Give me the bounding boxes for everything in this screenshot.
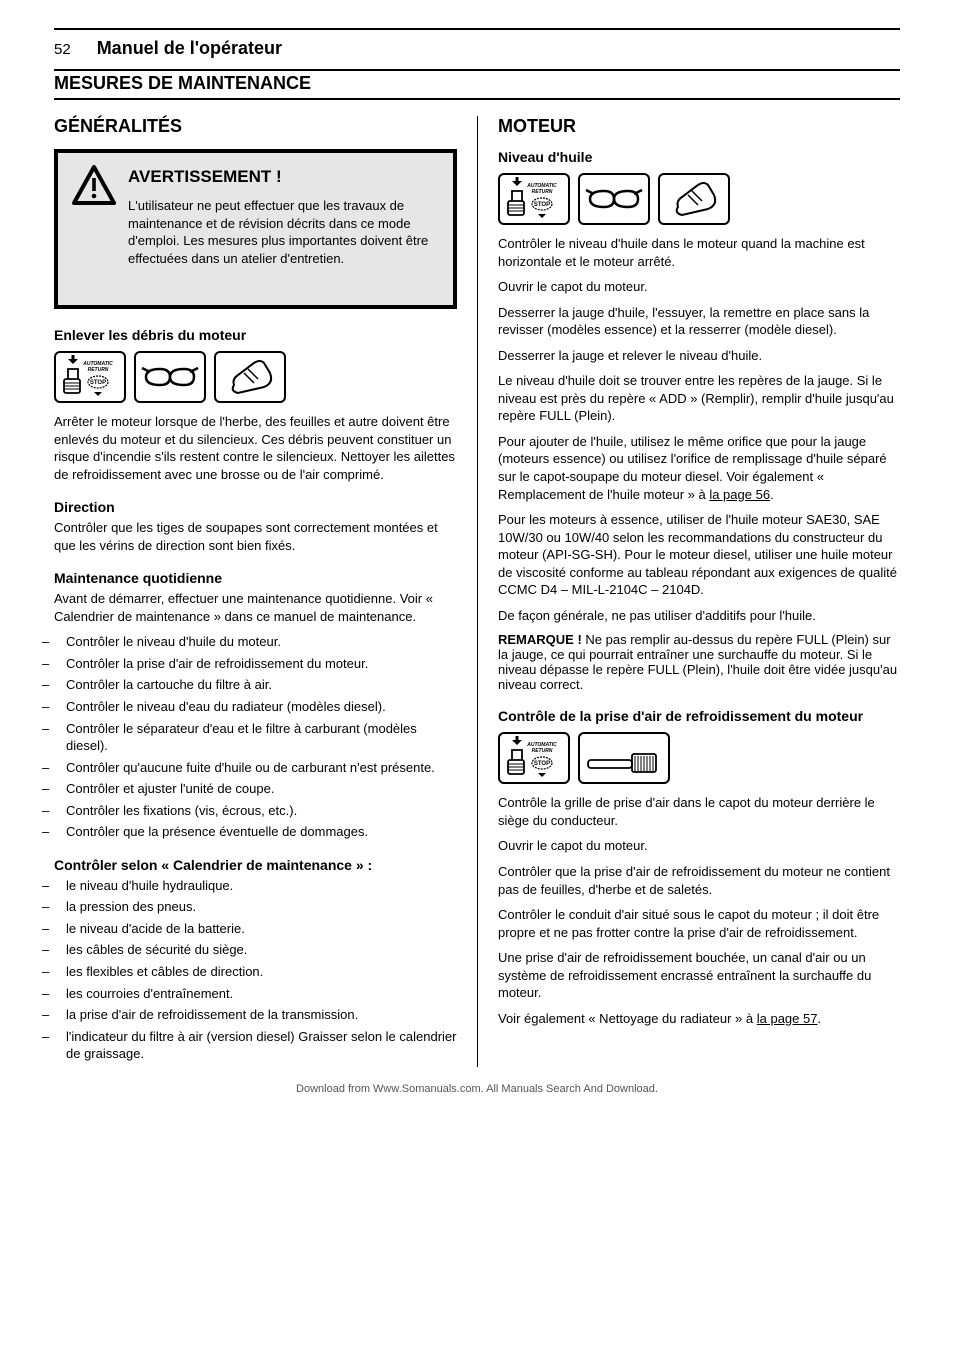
list-item: – Contrôler que la présence éventuelle d… <box>54 823 457 841</box>
section-bar: MESURES DE MAINTENANCE <box>54 69 900 100</box>
intake-p6b: . <box>817 1011 821 1026</box>
svg-text:RETURN: RETURN <box>88 367 109 373</box>
daily-item-7: Contrôler les fixations (vis, écrous, et… <box>66 803 297 818</box>
oil-p6b: . <box>770 487 774 502</box>
daily-item-6: Contrôler et ajuster l'unité de coupe. <box>66 781 274 796</box>
list-item: – l'indicateur du filtre à air (version … <box>54 1028 457 1063</box>
list-item: – les câbles de sécurité du siège. <box>54 941 457 959</box>
intake-p3: Contrôler que la prise d'air de refroidi… <box>498 863 900 898</box>
brush-icon <box>578 732 670 784</box>
list-item: – les flexibles et câbles de direction. <box>54 963 457 981</box>
note-line: REMARQUE ! Ne pas remplir au-dessus du r… <box>498 632 900 692</box>
oil-icon-row: AUTOMATIC RETURN STOP <box>498 173 900 225</box>
gloves-icon <box>658 173 730 225</box>
warning-title: AVERTISSEMENT ! <box>128 167 441 187</box>
left-column: GÉNÉRALITÉS AVERTISSEMENT ! L'utilisateu… <box>54 116 477 1067</box>
intake-heading: Contrôle de la prise d'air de refroidiss… <box>498 708 900 724</box>
page-number: 52 <box>54 41 71 58</box>
sched-heading: Contrôler selon « Calendrier de maintena… <box>54 857 457 873</box>
daily-item-2: Contrôler la cartouche du filtre à air. <box>66 677 272 692</box>
svg-text:STOP: STOP <box>534 202 550 208</box>
oil-p8: De façon générale, ne pas utiliser d'add… <box>498 607 900 625</box>
sched-item-0: le niveau d'huile hydraulique. <box>66 878 233 893</box>
debris-icon-row: AUTOMATIC RETURN STOP <box>54 351 457 403</box>
intake-p6a: Voir également « Nettoyage du radiateur … <box>498 1011 757 1026</box>
oil-p3: Desserrer la jauge d'huile, l'essuyer, l… <box>498 304 900 339</box>
left-h1: GÉNÉRALITÉS <box>54 116 457 137</box>
intake-p6-link[interactable]: la page 57 <box>757 1011 818 1026</box>
list-item: – Contrôler le niveau d'eau du radiateur… <box>54 698 457 716</box>
list-item: – le niveau d'acide de la batterie. <box>54 920 457 938</box>
footer-text: Download from Www.Somanuals.com. All Man… <box>0 1083 954 1095</box>
sched-item-6: la prise d'air de refroidissement de la … <box>66 1007 358 1022</box>
debris-heading: Enlever les débris du moteur <box>54 327 457 343</box>
oil-p7: Pour les moteurs à essence, utiliser de … <box>498 511 900 599</box>
note-label: REMARQUE ! <box>498 632 582 647</box>
svg-text:RETURN: RETURN <box>532 748 553 754</box>
list-item: – Contrôler la prise d'air de refroidiss… <box>54 655 457 673</box>
header-row: 52 Manuel de l'opérateur <box>54 38 900 59</box>
stop-switch-icon: AUTOMATIC RETURN STOP <box>54 351 126 403</box>
intake-p1: Contrôle la grille de prise d'air dans l… <box>498 794 900 829</box>
list-item: – le niveau d'huile hydraulique. <box>54 877 457 895</box>
oil-p5: Le niveau d'huile doit se trouver entre … <box>498 372 900 425</box>
svg-text:STOP: STOP <box>90 380 106 386</box>
sched-item-1: la pression des pneus. <box>66 899 196 914</box>
safety-glasses-icon <box>578 173 650 225</box>
oil-p4: Desserrer la jauge et relever le niveau … <box>498 347 900 365</box>
list-item: – Contrôler le niveau d'huile du moteur. <box>54 633 457 651</box>
debris-p1: Arrêter le moteur lorsque de l'herbe, de… <box>54 413 457 483</box>
sched-item-3: les câbles de sécurité du siège. <box>66 942 247 957</box>
stop-switch-icon: AUTOMATIC RETURN STOP <box>498 732 570 784</box>
header-divider-top <box>54 28 900 30</box>
list-item: – Contrôler qu'aucune fuite d'huile ou d… <box>54 759 457 777</box>
section-title: MESURES DE MAINTENANCE <box>54 73 900 94</box>
oil-p6a: Pour ajouter de l'huile, utilisez le mêm… <box>498 434 887 502</box>
warning-triangle-icon <box>72 165 116 205</box>
sched-item-7: l'indicateur du filtre à air (version di… <box>66 1029 456 1062</box>
stop-switch-icon: AUTOMATIC RETURN STOP <box>498 173 570 225</box>
list-item: – les courroies d'entraînement. <box>54 985 457 1003</box>
daily-item-4: Contrôler le séparateur d'eau et le filt… <box>66 721 417 754</box>
oil-p1: Contrôler le niveau d'huile dans le mote… <box>498 235 900 270</box>
intake-p4: Contrôler le conduit d'air situé sous le… <box>498 906 900 941</box>
intake-p2: Ouvrir le capot du moteur. <box>498 837 900 855</box>
daily-item-0: Contrôler le niveau d'huile du moteur. <box>66 634 281 649</box>
intake-p6: Voir également « Nettoyage du radiateur … <box>498 1010 900 1028</box>
right-column: MOTEUR Niveau d'huile AUTOMATIC RETURN <box>477 116 900 1067</box>
safety-glasses-icon <box>134 351 206 403</box>
daily-item-1: Contrôler la prise d'air de refroidissem… <box>66 656 368 671</box>
list-item: – la prise d'air de refroidissement de l… <box>54 1006 457 1024</box>
sched-item-4: les flexibles et câbles de direction. <box>66 964 263 979</box>
gloves-icon <box>214 351 286 403</box>
list-item: – Contrôler le séparateur d'eau et le fi… <box>54 720 457 755</box>
oil-p2: Ouvrir le capot du moteur. <box>498 278 900 296</box>
list-item: – Contrôler les fixations (vis, écrous, … <box>54 802 457 820</box>
two-column-layout: GÉNÉRALITÉS AVERTISSEMENT ! L'utilisateu… <box>54 116 900 1067</box>
daily-heading: Maintenance quotidienne <box>54 570 457 586</box>
intake-icon-row: AUTOMATIC RETURN STOP <box>498 732 900 784</box>
oil-heading: Niveau d'huile <box>498 149 900 165</box>
list-item: – Contrôler la cartouche du filtre à air… <box>54 676 457 694</box>
daily-item-8: Contrôler que la présence éventuelle de … <box>66 824 368 839</box>
warning-text: L'utilisateur ne peut effectuer que les … <box>128 197 441 267</box>
svg-text:RETURN: RETURN <box>532 189 553 195</box>
oil-p6: Pour ajouter de l'huile, utilisez le mêm… <box>498 433 900 503</box>
steering-heading: Direction <box>54 499 457 515</box>
daily-intro: Avant de démarrer, effectuer une mainten… <box>54 590 457 625</box>
daily-item-5: Contrôler qu'aucune fuite d'huile ou de … <box>66 760 435 775</box>
intake-p5: Une prise d'air de refroidissement bouch… <box>498 949 900 1002</box>
manual-title: Manuel de l'opérateur <box>97 38 282 59</box>
right-h1: MOTEUR <box>498 116 900 137</box>
daily-item-3: Contrôler le niveau d'eau du radiateur (… <box>66 699 386 714</box>
page: 52 Manuel de l'opérateur MESURES DE MAIN… <box>0 0 954 1107</box>
steering-p1: Contrôler que les tiges de soupapes sont… <box>54 519 457 554</box>
list-item: – Contrôler et ajuster l'unité de coupe. <box>54 780 457 798</box>
svg-text:STOP: STOP <box>534 761 550 767</box>
list-item: – la pression des pneus. <box>54 898 457 916</box>
oil-p6-link[interactable]: la page 56 <box>709 487 770 502</box>
sched-item-5: les courroies d'entraînement. <box>66 986 233 1001</box>
sched-item-2: le niveau d'acide de la batterie. <box>66 921 245 936</box>
warning-box: AVERTISSEMENT ! L'utilisateur ne peut ef… <box>54 149 457 309</box>
